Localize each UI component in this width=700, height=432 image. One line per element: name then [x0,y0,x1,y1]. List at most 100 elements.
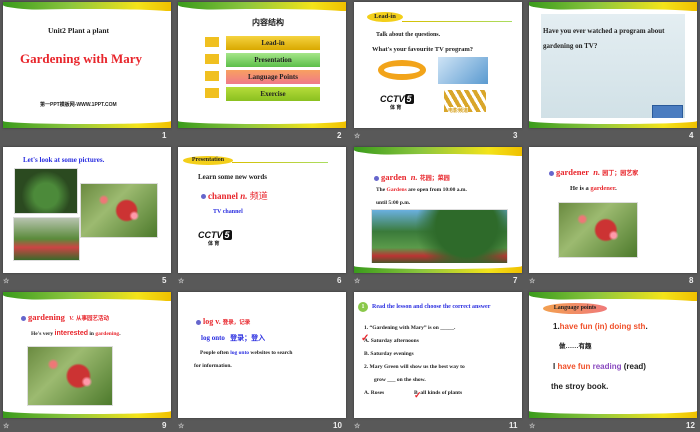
slide-thumbnail-10[interactable]: log v. 登录，记录 log onto 登录；登入 People often… [178,292,346,418]
top-swoosh [529,292,697,305]
slide-number: 7 [513,276,518,285]
slide-number: 3 [513,131,518,140]
cctv5-logo: CCTV 5 体 育 [198,230,232,247]
animation-icon: ☆ [178,422,185,430]
greenhouse-photo [13,217,80,261]
phrase: log onto 登录；登入 [201,334,266,342]
bullet-icon [196,319,201,325]
question-intro: Talk about the questions. [376,32,441,38]
bottom-swoosh [529,118,697,128]
vocab-word: log v. 登录，记录 [196,317,250,326]
example-sentence: People often log onto websites to search [200,350,293,356]
section-tag: Lead-in [367,12,403,22]
menu-icons [205,37,219,101]
divider [232,162,328,163]
question-1: 1. “Gardening with Mary” is on _____. [364,325,456,331]
exercise-badge: 1 [358,302,368,312]
animation-icon: ☆ [354,422,361,430]
bullet-icon [374,175,379,181]
language-point-1: 1.have fun (in) doing sth. [553,322,648,331]
slide-thumbnail-7[interactable]: garden n. 花园；菜园 The Gardens are open fro… [354,147,522,273]
question: What's your favourite TV program? [372,46,473,53]
animation-icon: ☆ [529,422,536,430]
slide-thumbnail-8[interactable]: gardener n. 园丁；园艺家 He is a gardener. [529,147,697,273]
example-sentence: He's very interested in gardening. [31,330,121,337]
vocab-word: gardener n. 园丁；园艺家 [549,167,638,177]
top-swoosh [529,2,697,15]
slide-thumbnail-12[interactable]: Language points 1.have fun (in) doing st… [529,292,697,418]
slide-number: 12 [686,421,695,430]
option-1a[interactable]: A. Saturday afternoons [364,338,419,344]
bottom-swoosh [354,263,522,273]
bottom-swoosh [3,408,171,418]
check-icon: ✓ [361,333,370,344]
vocab-word: garden n. 花园；菜园 [374,172,450,182]
subtitle: Unit2 Plant a plant [48,26,110,35]
slide-thumbnail-9[interactable]: gardening V. 从事园艺活动 He's very interested… [3,292,171,418]
animation-icon: ☆ [529,277,536,285]
heading: 内容结构 [252,18,284,27]
tv-logo [438,57,488,84]
garden-illustration [371,209,508,265]
top-swoosh [3,2,171,15]
animation-icon: ☆ [354,277,361,285]
animation-icon: ☆ [178,277,185,285]
option-1b[interactable]: B. Saturday evenings [364,351,414,357]
slide-number: 1 [162,131,167,140]
bottom-swoosh [3,118,171,128]
language-point-1-meaning: 做……有趣 [559,343,592,350]
animation-icon: ☆ [3,277,10,285]
slide-number: 5 [162,276,167,285]
gardener-photo [558,202,638,258]
vocab-word: gardening V. 从事园艺活动 [21,312,109,322]
slide-number: 10 [333,421,342,430]
animation-icon: ☆ [3,422,10,430]
bottom-swoosh [529,408,697,418]
bullet-icon [201,194,206,200]
example-sentence: He is a gardener. [570,185,617,192]
question: Have you ever watched a program about ga… [543,27,665,50]
slide-number: 4 [689,131,694,140]
slide-thumbnail-6[interactable]: Presentation Learn some new words channe… [178,147,346,273]
slide-thumbnail-11[interactable]: 1 Read the lesson and choose the correct… [354,292,522,418]
question-2-cont: grow ___ on the show. [374,377,426,383]
top-swoosh [3,292,171,305]
section-tag: Presentation [183,156,233,165]
slide-thumbnail-1[interactable]: Unit2 Plant a plant Gardening with Mary … [3,2,171,128]
slide-thumbnail-4[interactable]: Have you ever watched a program about ga… [529,2,697,128]
slide-number: 6 [337,276,342,285]
bullet-icon [549,170,554,176]
menu-item-lead-in[interactable]: Lead-in [226,36,320,50]
slide-thumbnail-2[interactable]: 内容结构 Lead-in Presentation Language Point… [178,2,346,128]
cctv5-logo: CCTV 5 体 育 [380,94,414,111]
menu-item-exercise[interactable]: Exercise [226,87,320,101]
pond-photo [14,168,78,214]
top-swoosh [178,2,346,15]
menu-item-presentation[interactable]: Presentation [226,53,320,67]
footer: 第一PPT模板网-WWW.1PPT.COM [40,102,117,108]
vocab-word: channel n. 频道 [201,189,268,202]
divider [402,21,512,22]
slide-thumbnail-5[interactable]: Let's look at some pictures. [3,147,171,273]
example-sentence: I have fun reading (read) [553,362,646,371]
example-sentence: The Gardens are open from 10:00 a.m. [376,187,467,193]
example-sentence-cont: until 5:00 p.m. [376,200,411,206]
question-2: 2. Mary Green will show us the best way … [364,364,465,370]
question-panel: Have you ever watched a program about ga… [541,14,685,122]
gardener-photo [80,183,158,238]
heading: Read the lesson and choose the correct a… [372,304,491,310]
example-sentence-cont: for information. [194,363,232,369]
top-swoosh [354,147,522,160]
slide-number: 8 [689,276,694,285]
bullet-icon [21,315,26,321]
example-sentence-cont: the stroy book. [551,382,609,391]
intro: Learn some new words [198,173,268,181]
slide-number: 9 [162,421,167,430]
slide-thumbnail-3[interactable]: Lead-in Talk about the questions. What's… [354,2,522,128]
movie-channel-logo: 电影频道 [444,90,486,114]
menu-item-language-points[interactable]: Language Points [226,70,320,84]
bottom-swoosh [178,118,346,128]
slide-number: 11 [509,421,518,430]
option-2a[interactable]: A. Roses [364,390,384,396]
title: Gardening with Mary [20,51,143,66]
